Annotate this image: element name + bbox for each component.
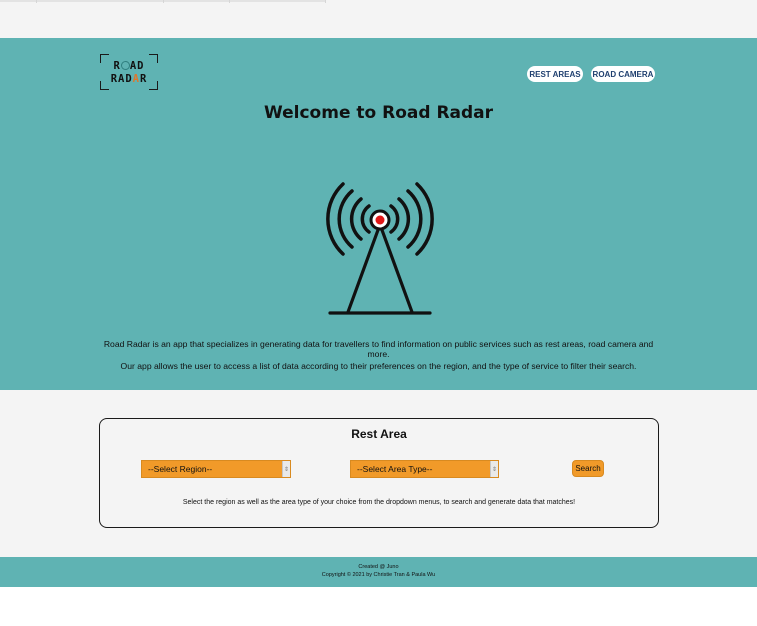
region-select[interactable]: --Select Region-- ⇕ — [141, 460, 291, 478]
tab-divider — [36, 0, 37, 3]
road-radar-logo[interactable]: R AD RADAR — [100, 54, 158, 90]
tab-divider — [325, 0, 326, 3]
top-tab-strip — [0, 0, 757, 3]
area-type-select[interactable]: --Select Area Type-- ⇕ — [350, 460, 499, 478]
search-button[interactable]: Search — [572, 460, 604, 477]
chevron-updown-icon: ⇕ — [282, 461, 290, 477]
page-bottom — [0, 587, 757, 626]
card-title: Rest Area — [351, 427, 407, 441]
tab-divider — [229, 0, 230, 3]
footer-created: Created @ Juno — [358, 564, 399, 570]
nav-road-camera-button[interactable]: ROAD CAMERA — [591, 66, 655, 82]
nav-rest-areas-button[interactable]: REST AREAS — [527, 66, 583, 82]
page-title: Welcome to Road Radar — [263, 103, 494, 123]
card-help-text: Select the region as well as the area ty… — [182, 499, 576, 506]
logo-word-radar: RADAR — [110, 73, 148, 85]
region-select-value: --Select Region-- — [148, 464, 213, 474]
browser-top-area — [0, 0, 757, 38]
intro-paragraph-1: Road Radar is an app that specializes in… — [103, 339, 654, 359]
footer-copyright: Copyright © 2021 by Christie Tran & Paul… — [321, 572, 436, 578]
rest-area-search-card: Rest Area --Select Region-- ⇕ --Select A… — [99, 418, 659, 528]
chevron-updown-icon: ⇕ — [490, 461, 498, 477]
logo-o-ring-icon — [120, 61, 130, 70]
logo-word-road: R AD — [113, 60, 145, 72]
intro-text: Road Radar is an app that specializes in… — [100, 339, 657, 371]
footer: Created @ Juno Copyright © 2021 by Chris… — [0, 557, 757, 587]
radio-tower-icon — [326, 182, 434, 315]
area-type-select-value: --Select Area Type-- — [357, 464, 433, 474]
intro-paragraph-2: Our app allows the user to access a list… — [120, 361, 637, 371]
tab-divider — [163, 0, 164, 3]
